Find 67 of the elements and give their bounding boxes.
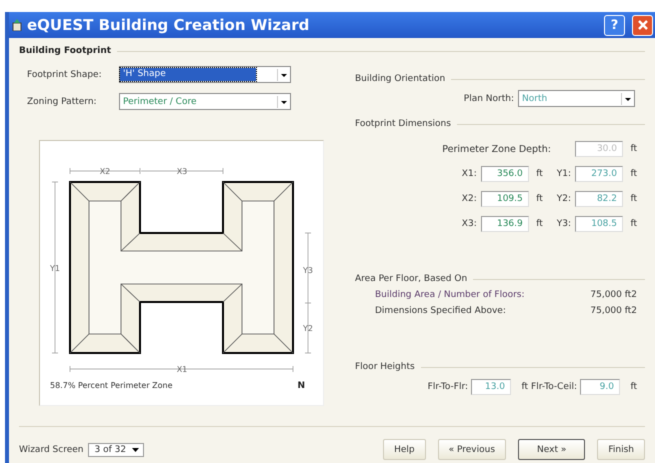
dropdown-value: Perimeter / Core — [122, 96, 198, 106]
wizard-button[interactable]: Finish — [597, 439, 645, 460]
input-field[interactable]: 273.0 — [575, 166, 623, 182]
area-label: Building Area / Number of Floors: — [375, 290, 524, 300]
input-field[interactable]: 109.5 — [480, 191, 529, 207]
dimension-label: Y3 — [303, 266, 313, 275]
input-field[interactable]: 356.0 — [480, 166, 529, 182]
unit-label: ft — [535, 194, 543, 204]
field-label: Plan North: — [464, 94, 514, 104]
field-label: Perimeter Zone Depth: — [442, 144, 551, 154]
wizard-button[interactable]: « Previous — [438, 439, 506, 460]
field-label: Flr-To-Ceil: — [531, 382, 577, 392]
input-field[interactable]: 82.2 — [575, 191, 623, 207]
field-label: Flr-To-Flr: — [428, 382, 468, 392]
dropdown-arrow-icon — [131, 445, 140, 454]
area-value: 75,000 ft2 — [590, 290, 637, 300]
window-title: eQUEST Building Creation Wizard — [27, 16, 310, 34]
dropdown[interactable]: Perimeter / Core — [119, 93, 291, 110]
dropdown[interactable]: 'H' Shape — [119, 66, 291, 83]
input-field[interactable]: 136.9 — [480, 216, 529, 232]
dropdown-arrow-icon — [277, 68, 290, 80]
screen-dropdown[interactable]: 3 of 32 — [88, 442, 144, 456]
field-label: Y3: — [556, 219, 571, 229]
dimension-label: X1 — [176, 365, 188, 374]
dimension-label: Y1 — [50, 264, 60, 273]
dropdown-value: 'H' Shape — [120, 68, 256, 81]
app-icon — [12, 19, 22, 31]
field-label: Footprint Shape: — [27, 70, 103, 80]
area-label: Dimensions Specified Above: — [375, 306, 506, 316]
field-label: Zoning Pattern: — [27, 96, 98, 106]
unit-label: ft — [629, 144, 637, 154]
unit-label: ft — [520, 382, 528, 392]
unit-label: ft — [535, 169, 543, 179]
input-field[interactable]: 108.5 — [575, 216, 623, 232]
unit-label: ft — [629, 169, 637, 179]
wizard-screen-label: Wizard Screen — [19, 444, 84, 454]
unit-label: ft — [629, 219, 637, 229]
close-icon — [636, 19, 648, 31]
dropdown-value: North — [521, 94, 548, 104]
north-label: N — [297, 381, 305, 391]
field-label: Y2: — [556, 194, 571, 204]
dimension-label: X2 — [100, 167, 110, 176]
area-value: 75,000 ft2 — [590, 306, 637, 316]
section-heading: Building Orientation — [355, 74, 446, 84]
perimeter-percent-text: 58.7% Percent Perimeter Zone — [50, 381, 173, 391]
section-heading: Footprint Dimensions — [355, 119, 451, 129]
dropdown-arrow-icon — [277, 96, 290, 108]
field-label: X1: — [462, 169, 477, 179]
dropdown[interactable]: North — [518, 90, 635, 107]
section-heading: Area Per Floor, Based On — [355, 274, 468, 284]
field-label: X2: — [462, 194, 477, 204]
field-label: X3: — [462, 219, 477, 229]
field-label: Y1: — [556, 169, 571, 179]
dimension-label: Y2 — [303, 324, 313, 333]
section-heading: Floor Heights — [355, 362, 415, 372]
dropdown-arrow-icon — [621, 92, 634, 104]
unit-label: ft — [535, 219, 543, 229]
close-button[interactable] — [632, 14, 653, 36]
dimension-label: X3 — [176, 167, 188, 176]
help-button[interactable]: ? — [604, 14, 625, 36]
wizard-button[interactable]: Next » — [518, 439, 586, 460]
unit-label: ft — [629, 194, 637, 204]
input-field[interactable]: 13.0 — [471, 379, 512, 395]
unit-label: ft — [629, 382, 637, 392]
wizard-button[interactable]: Help — [383, 439, 426, 460]
input-field[interactable]: 9.0 — [580, 379, 620, 395]
group-title: Building Footprint — [19, 46, 112, 56]
